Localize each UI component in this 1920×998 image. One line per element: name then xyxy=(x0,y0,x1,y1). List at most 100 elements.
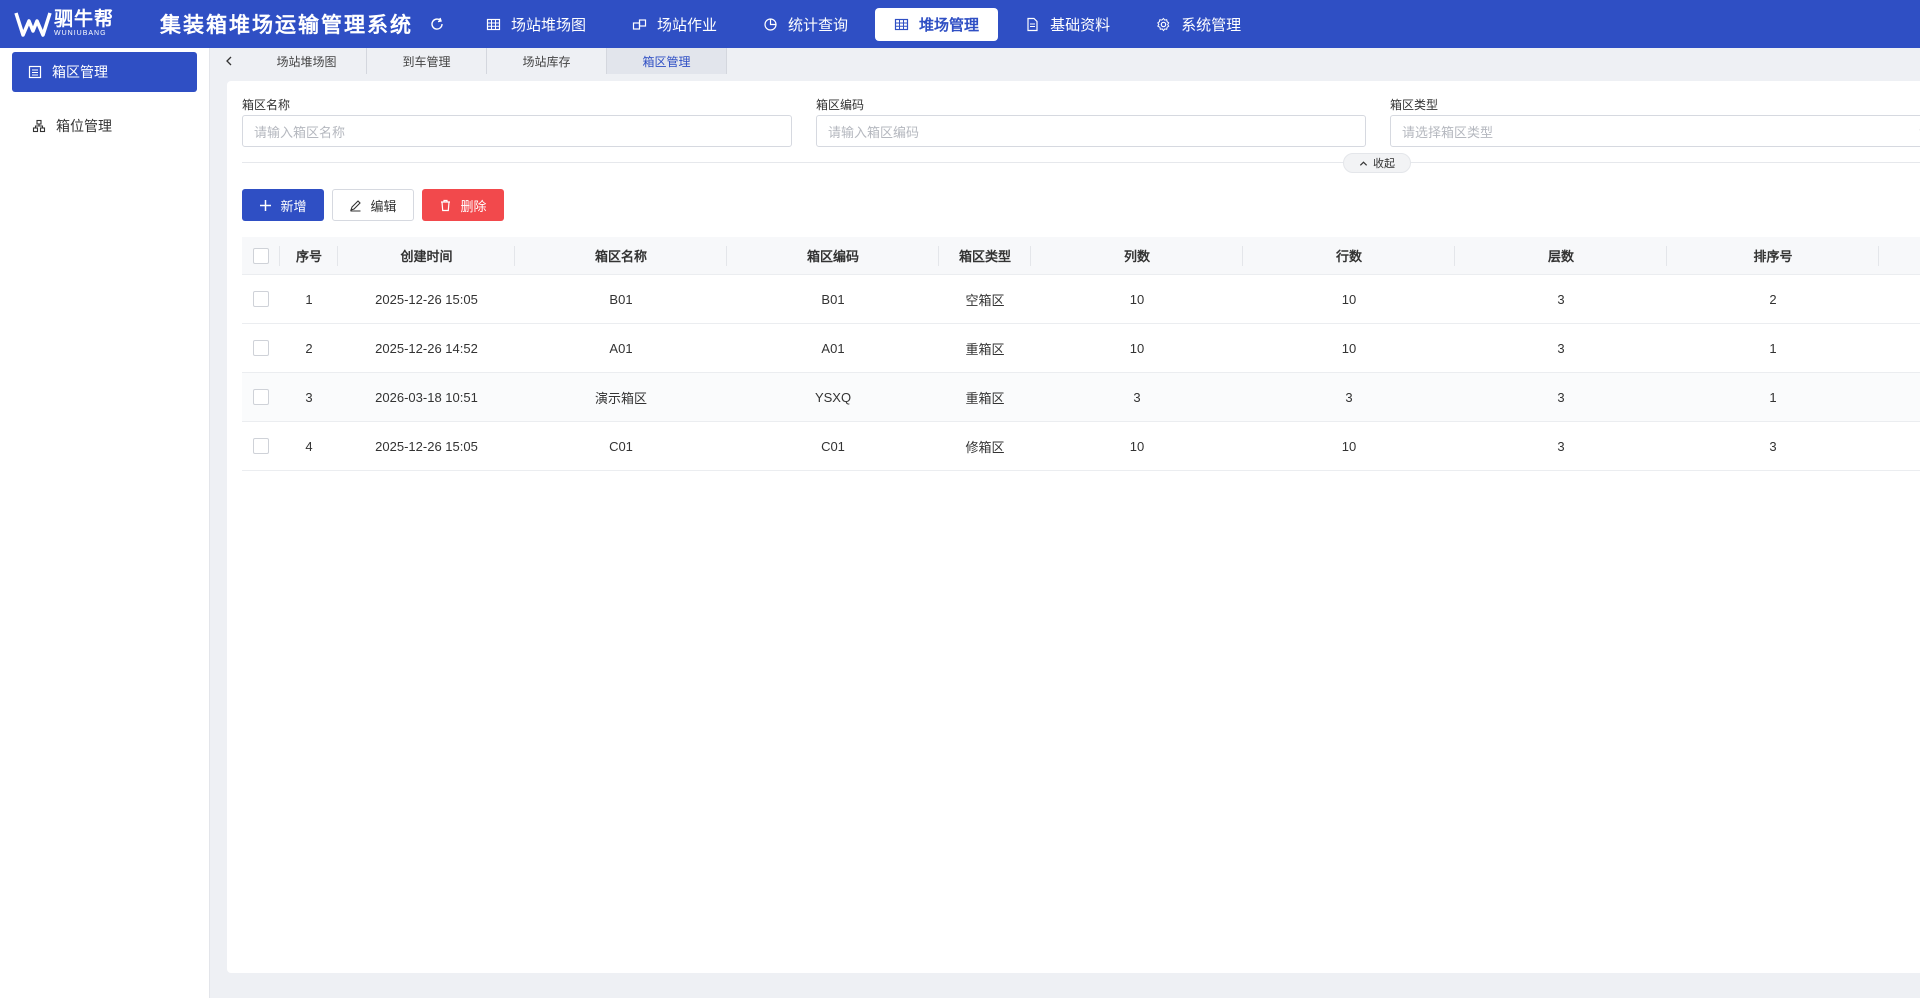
system-title: 集装箱堆场运输管理系统 xyxy=(160,12,413,37)
tab-yard-map[interactable]: 场站堆场图 xyxy=(247,48,367,74)
trash-icon xyxy=(441,199,451,211)
cell-index: 4 xyxy=(305,438,313,454)
filter-form: 箱区名称 请输入箱区名称 箱区编码 请输入箱区编码 箱区类型 请选择箱区类型 xyxy=(242,97,1920,147)
tab-arrival-management[interactable]: 到车管理 xyxy=(367,48,487,74)
filter-area-code: 箱区编码 请输入箱区编码 xyxy=(816,97,1366,147)
nav-label: 场站作业 xyxy=(657,16,718,34)
row-checkbox[interactable] xyxy=(253,389,269,405)
cell-layers: 3 xyxy=(1557,438,1565,454)
hierarchy-icon xyxy=(32,119,46,133)
nav-label: 基础资料 xyxy=(1050,16,1111,34)
sidebar-item-area-management[interactable]: 箱区管理 xyxy=(12,52,197,92)
action-toolbar: 新增 编辑 删除 xyxy=(242,189,512,221)
work-icon xyxy=(632,18,647,30)
filter-label: 箱区编码 xyxy=(816,98,865,112)
row-checkbox-cell xyxy=(242,422,280,470)
button-label: 删除 xyxy=(460,198,487,214)
cell-index: 2 xyxy=(305,340,313,356)
grid-icon xyxy=(486,18,501,30)
nav-system-management[interactable]: 系统管理 xyxy=(1137,8,1260,41)
header-columns: 列数 xyxy=(1031,237,1243,274)
header-area-code: 箱区编码 xyxy=(727,237,939,274)
delete-button[interactable]: 删除 xyxy=(422,189,504,221)
logo: 驷牛帮 WUNIUBANG xyxy=(14,9,126,39)
cell-sort-number: 2 xyxy=(1769,291,1777,307)
cell-created-time: 2025-12-26 15:05 xyxy=(375,291,478,307)
cell-columns: 10 xyxy=(1129,291,1145,307)
cell-layers: 3 xyxy=(1557,340,1565,356)
nav-statistics[interactable]: 统计查询 xyxy=(744,8,867,41)
nav-yard-map[interactable]: 场站堆场图 xyxy=(467,8,605,41)
refresh-icon[interactable] xyxy=(429,16,445,32)
input-placeholder: 请输入箱区名称 xyxy=(254,124,346,140)
header-index: 序号 xyxy=(280,237,338,274)
cell-area-name: 演示箱区 xyxy=(594,390,647,406)
edit-button[interactable]: 编辑 xyxy=(332,189,414,221)
row-checkbox[interactable] xyxy=(253,438,269,454)
area-code-input[interactable]: 请输入箱区编码 xyxy=(816,115,1366,147)
cell-created-time: 2026-03-18 10:51 xyxy=(375,389,478,405)
cell-area-type: 空箱区 xyxy=(965,292,1005,308)
main-panel: 箱区名称 请输入箱区名称 箱区编码 请输入箱区编码 箱区类型 请选择箱区类型 收… xyxy=(227,81,1920,973)
cell-columns: 3 xyxy=(1133,389,1141,405)
cell-sort-number: 1 xyxy=(1769,389,1777,405)
table-header: 序号 创建时间 箱区名称 箱区编码 箱区类型 列数 行数 层数 排序号 xyxy=(242,237,1920,275)
collapse-button[interactable]: 收起 xyxy=(1343,153,1411,173)
button-label: 新增 xyxy=(280,198,307,214)
cell-rows: 10 xyxy=(1341,438,1357,454)
logo-chinese-text: 驷牛帮 xyxy=(54,9,115,30)
tab-yard-inventory[interactable]: 场站库存 xyxy=(487,48,607,74)
header-checkbox-cell xyxy=(242,237,280,274)
plus-icon xyxy=(260,199,272,211)
filter-area-type: 箱区类型 请选择箱区类型 xyxy=(1390,97,1920,147)
select-all-checkbox[interactable] xyxy=(253,247,269,264)
logo-english-text: WUNIUBANG xyxy=(54,30,107,37)
tab-bar: 场站堆场图 到车管理 场站库存 箱区管理 xyxy=(211,48,1920,74)
cell-columns: 10 xyxy=(1129,340,1145,356)
pencil-icon xyxy=(350,199,362,211)
row-checkbox[interactable] xyxy=(253,340,269,356)
pie-chart-icon xyxy=(764,17,777,31)
cell-sort-number: 1 xyxy=(1769,340,1777,356)
select-placeholder: 请选择箱区类型 xyxy=(1402,124,1494,140)
cell-created-time: 2025-12-26 14:52 xyxy=(375,340,478,356)
header-rows: 行数 xyxy=(1243,237,1455,274)
nav-yard-work[interactable]: 场站作业 xyxy=(613,8,736,41)
nav-basic-data[interactable]: 基础资料 xyxy=(1006,8,1129,41)
header-layers: 层数 xyxy=(1455,237,1667,274)
header-created-time: 创建时间 xyxy=(338,237,515,274)
table-row[interactable]: 2 2025-12-26 14:52 A01 A01 重箱区 10 10 3 1 xyxy=(242,324,1920,373)
tab-area-management[interactable]: 箱区管理 xyxy=(607,48,727,74)
cell-rows: 10 xyxy=(1341,340,1357,356)
sidebar-item-slot-management[interactable]: 箱位管理 xyxy=(12,106,197,146)
gear-icon xyxy=(1157,17,1170,31)
row-checkbox-cell xyxy=(242,373,280,421)
nav-yard-management[interactable]: 堆场管理 xyxy=(875,7,999,41)
filter-area-name: 箱区名称 请输入箱区名称 xyxy=(242,97,792,147)
area-name-input[interactable]: 请输入箱区名称 xyxy=(242,115,792,147)
row-checkbox[interactable] xyxy=(253,291,269,307)
cell-area-type: 修箱区 xyxy=(965,439,1005,455)
cell-layers: 3 xyxy=(1557,291,1565,307)
main-nav: 场站堆场图 场站作业 统计查询 堆场管理 基础资料 系统管理 xyxy=(467,0,1268,48)
sidebar: 箱区管理 箱位管理 xyxy=(0,48,210,998)
chevron-left-icon xyxy=(226,56,232,66)
nav-label: 系统管理 xyxy=(1181,16,1242,34)
area-table: 序号 创建时间 箱区名称 箱区编码 箱区类型 列数 行数 层数 排序号 1 20… xyxy=(242,237,1920,471)
table-row[interactable]: 4 2025-12-26 15:05 C01 C01 修箱区 10 10 3 3 xyxy=(242,422,1920,471)
tab-back-button[interactable] xyxy=(211,48,247,74)
table-row[interactable]: 3 2026-03-18 10:51 演示箱区 YSXQ 重箱区 3 3 3 1 xyxy=(242,373,1920,422)
table-row[interactable]: 1 2025-12-26 15:05 B01 B01 空箱区 10 10 3 2 xyxy=(242,275,1920,324)
add-button[interactable]: 新增 xyxy=(242,189,324,221)
row-checkbox-cell xyxy=(242,324,280,372)
cell-area-name: C01 xyxy=(609,438,633,454)
top-header: 驷牛帮 WUNIUBANG 集装箱堆场运输管理系统 场站堆场图 场站作业 统计查… xyxy=(0,0,1920,48)
cell-sort-number: 3 xyxy=(1769,438,1777,454)
cell-columns: 10 xyxy=(1129,438,1145,454)
chevron-up-icon xyxy=(1359,160,1368,166)
area-type-select[interactable]: 请选择箱区类型 xyxy=(1390,115,1920,147)
cell-area-code: B01 xyxy=(821,291,845,307)
nav-label: 堆场管理 xyxy=(919,16,980,34)
row-checkbox-cell xyxy=(242,275,280,323)
cell-index: 3 xyxy=(305,389,313,405)
